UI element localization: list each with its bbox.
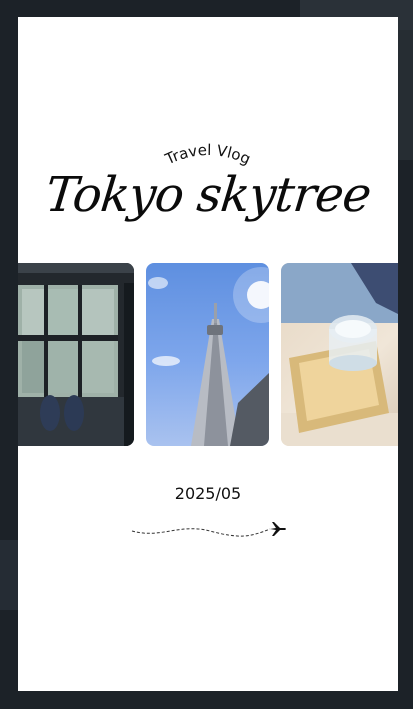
airplane-icon: [270, 522, 286, 536]
flight-route: [131, 522, 286, 537]
sake-image: [281, 263, 398, 446]
backdrop-panel: [398, 30, 413, 160]
page-title: Tokyo skytree: [42, 167, 374, 223]
subtitle-text: Travel Vlog: [162, 141, 254, 169]
photo-sake: [281, 263, 398, 446]
story-card: Travel Vlog Tokyo skytree 2025/05: [18, 17, 398, 691]
photo-skytree: [146, 263, 269, 446]
skytree-image: [148, 267, 269, 446]
glass-floor-image: [18, 263, 134, 446]
svg-text:Travel Vlog: Travel Vlog: [162, 141, 254, 169]
backdrop-panel: [0, 540, 18, 610]
photo-glass-floor: [18, 263, 134, 446]
date-label: 2025/05: [174, 484, 242, 503]
